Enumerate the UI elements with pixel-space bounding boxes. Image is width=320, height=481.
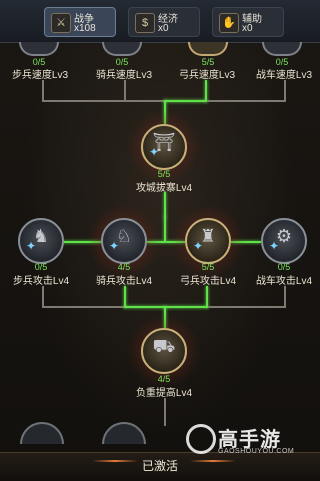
connector-line <box>42 100 164 102</box>
node-label: 步兵攻击Lv4 <box>12 276 70 287</box>
node-progress: 4/5 <box>117 262 131 272</box>
tab-economy[interactable]: $ 经济 x0 <box>128 7 200 37</box>
node-progress: 0/5 <box>34 262 48 272</box>
connector-line <box>42 306 124 308</box>
tab-war-count: x108 <box>74 23 96 34</box>
connector-line <box>124 80 126 102</box>
supply-cart-icon: ⛟ <box>152 336 176 356</box>
node-label: 战车速度Lv3 <box>255 70 313 81</box>
skill-node-siege[interactable]: ⛩ ✦ <box>127 110 201 184</box>
skill-node-chariot-attack[interactable]: ⚙ ✦ <box>261 218 307 264</box>
connector-line-active <box>164 192 166 218</box>
watermark: 高手游 GAOSHOUYOU.COM <box>186 424 316 462</box>
node-label: 战车攻击Lv4 <box>255 276 313 287</box>
sword-badge-icon: ✦ <box>109 239 120 253</box>
sword-badge-icon: ✦ <box>193 239 204 253</box>
sword-badge-icon: ✦ <box>149 145 160 159</box>
connector-line-active <box>164 216 166 241</box>
connector-line-active <box>124 306 208 308</box>
chariot-icon: ⚙ <box>275 226 293 246</box>
sword-badge-icon: ✦ <box>269 239 280 253</box>
node-progress: 5/5 <box>201 262 215 272</box>
watermark-en: GAOSHOUYOU.COM <box>218 448 295 455</box>
connector-line <box>207 100 286 102</box>
node-label: 骑兵速度Lv3 <box>95 70 153 81</box>
infantry-soldier-icon: ♞ <box>32 226 50 246</box>
tab-economy-count: x0 <box>158 23 169 34</box>
node-label: 弓兵速度Lv3 <box>178 70 236 81</box>
connector-line-active <box>124 286 126 308</box>
money-bag-icon: $ <box>135 13 155 33</box>
sword-badge-icon: ✦ <box>26 239 37 253</box>
connector-line <box>208 306 286 308</box>
tab-support-count: x0 <box>242 23 253 34</box>
fortress-gate-icon: ⛩ <box>152 132 176 152</box>
node-label: 骑兵攻击Lv4 <box>95 276 153 287</box>
cavalry-soldier-icon: ♘ <box>115 226 133 246</box>
connector-line <box>284 286 286 308</box>
connector-line-active <box>206 286 208 308</box>
archer-soldier-icon: ♜ <box>199 226 217 246</box>
skill-node-infantry-attack[interactable]: ♞ ✦ <box>18 218 64 264</box>
watermark-logo-icon <box>186 424 216 454</box>
crossed-swords-icon: ⚔ <box>51 13 71 33</box>
connector-line <box>42 80 44 102</box>
tab-support[interactable]: ✋ 辅助 x0 <box>212 7 284 37</box>
skill-node-cavalry-attack[interactable]: ♘ ✦ <box>87 204 161 278</box>
node-label: 负重提高Lv4 <box>135 388 193 399</box>
connector-line <box>164 398 166 426</box>
node-progress: 5/5 <box>157 169 171 179</box>
connector-line <box>284 80 286 102</box>
tab-war[interactable]: ⚔ 战争 x108 <box>44 7 116 37</box>
connector-line-active <box>205 80 207 102</box>
hand-icon: ✋ <box>219 13 239 33</box>
node-label: 弓兵攻击Lv4 <box>179 276 237 287</box>
node-progress: 0/5 <box>277 262 291 272</box>
skill-node-load-capacity[interactable]: ⛟ <box>127 314 201 388</box>
skill-node-archer-attack[interactable]: ♜ ✦ <box>171 204 245 278</box>
category-tab-bar: ⚔ 战争 x108 $ 经济 x0 ✋ 辅助 x0 <box>0 0 320 43</box>
connector-line-active <box>164 100 207 102</box>
node-progress: 4/5 <box>157 374 171 384</box>
node-label: 步兵速度Lv3 <box>11 70 69 81</box>
connector-line <box>42 286 44 308</box>
